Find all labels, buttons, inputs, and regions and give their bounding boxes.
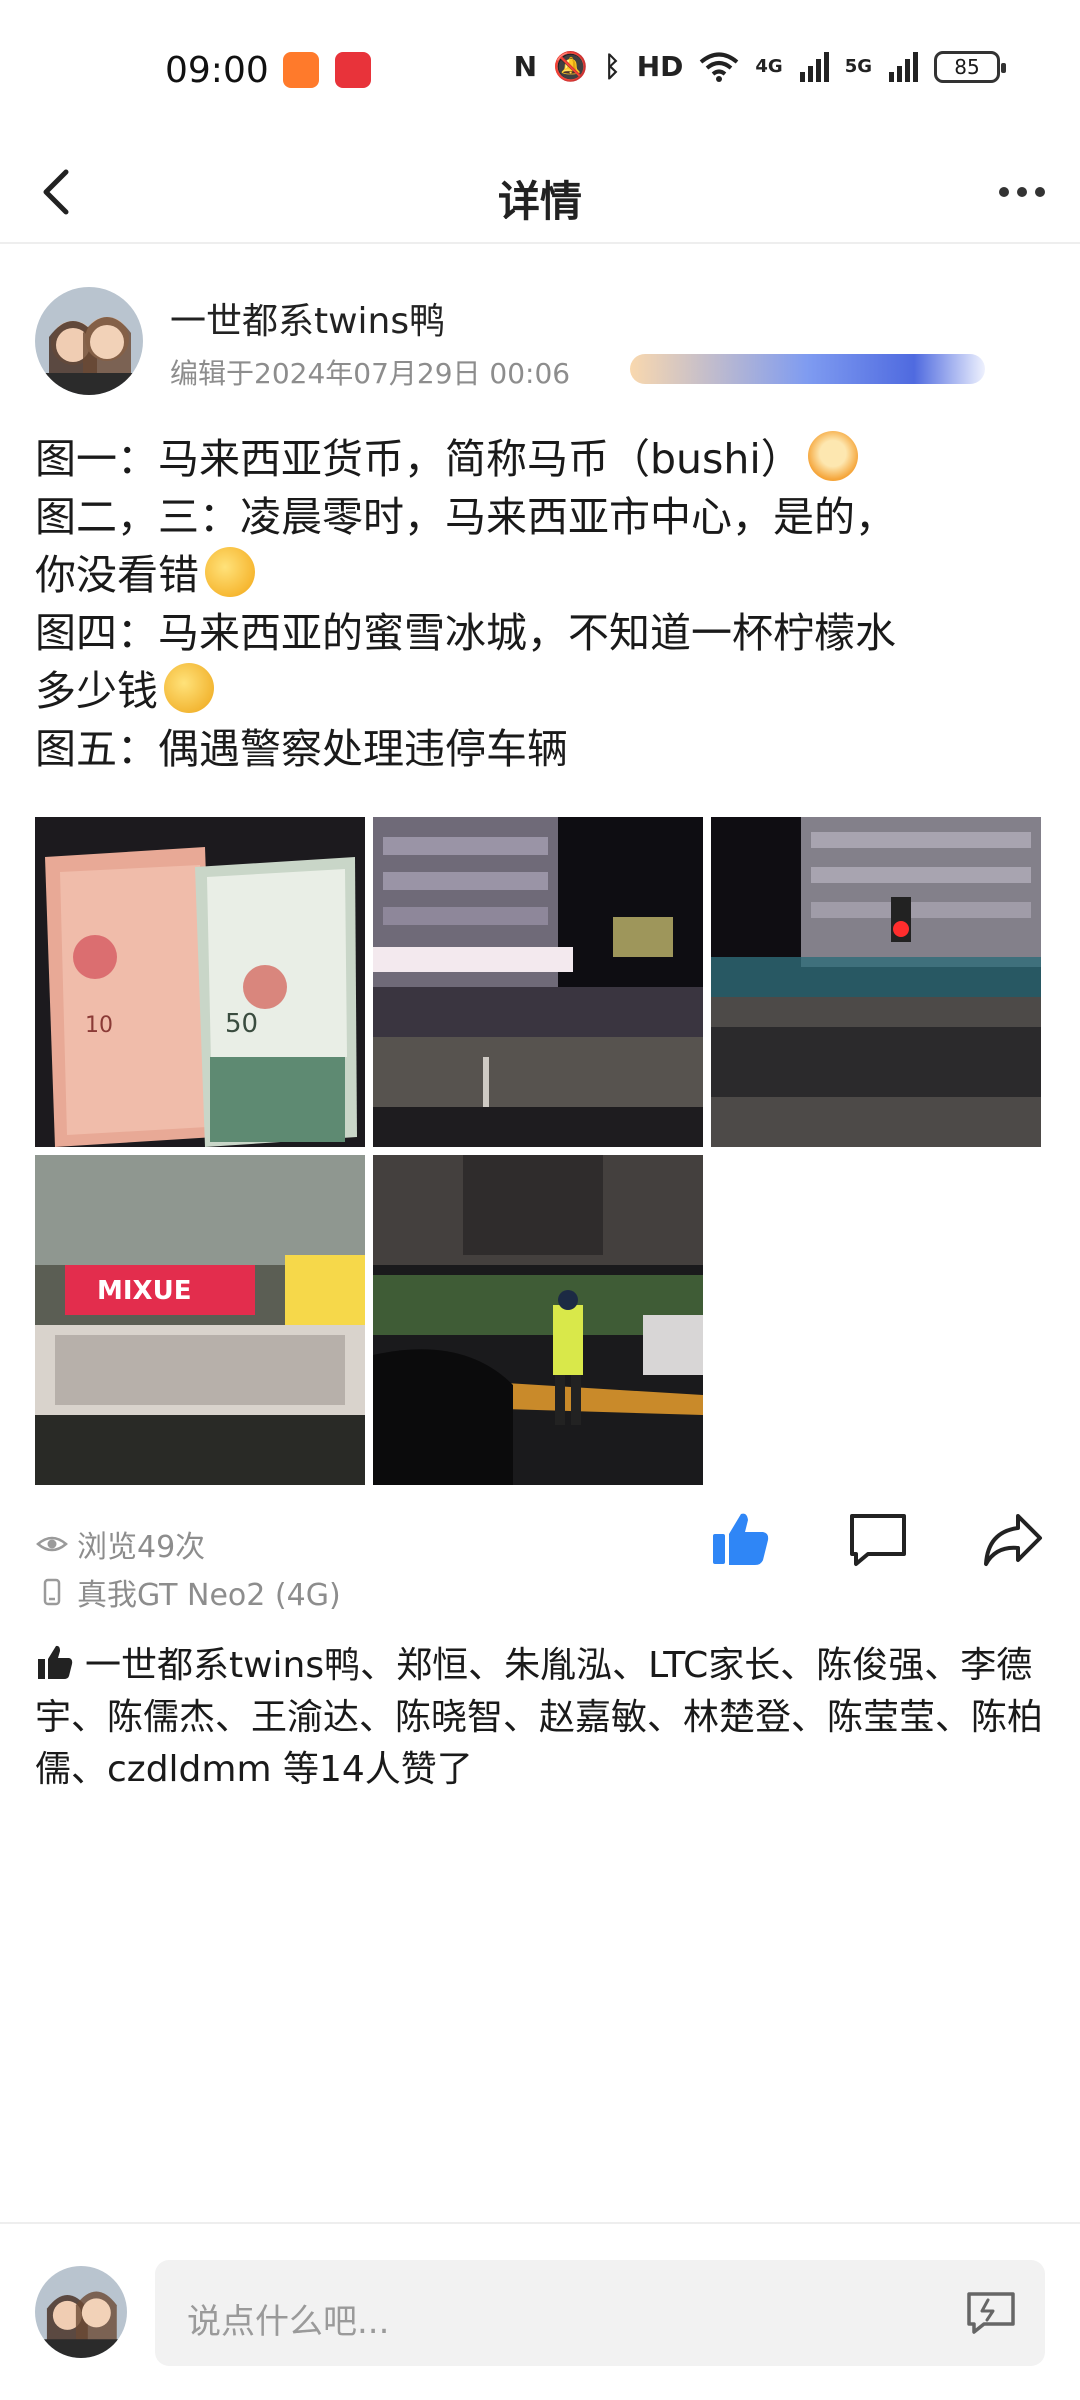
photo-police-parking[interactable] [373, 1155, 703, 1485]
comment-placeholder: 说点什么吧... [187, 2302, 390, 2342]
svg-text:10: 10 [85, 1013, 113, 1038]
grin-emoji-icon [164, 663, 214, 713]
battery-level: 85 [954, 54, 980, 79]
photo-mixue-store[interactable]: MIXUE [35, 1155, 365, 1485]
status-bar: 09:00 N 🔕 ᛒ HD 4G 5G 85 [0, 0, 1080, 140]
like-thumbs-up-icon[interactable] [709, 1508, 773, 1572]
music-app-notification-icon [335, 52, 371, 88]
decoration-banner [630, 354, 985, 384]
wifi-icon [700, 52, 739, 82]
more-options-icon[interactable] [992, 162, 1052, 222]
bluetooth-icon: ᛒ [603, 50, 621, 83]
view-count-label: 浏览49次 [77, 1530, 206, 1565]
smirk-emoji-icon [205, 547, 255, 597]
network-4g-label: 4G [755, 56, 783, 77]
view-count: 浏览49次 [35, 1522, 205, 1566]
page-title: 详情 [497, 177, 582, 226]
signal-icon-2 [889, 51, 918, 82]
comment-bar: 说点什么吧... [0, 2222, 1080, 2400]
photo-city-center-night-1[interactable] [373, 817, 703, 1147]
my-avatar[interactable] [35, 2266, 127, 2358]
nfc-icon: N [513, 50, 537, 83]
post-line-2: 图二，三：凌晨零时，马来西亚市中心，是的， [35, 493, 896, 541]
likes-list: 一世都系twins鸭、郑恒、朱胤泓、LTC家长、陈俊强、李德宇、陈儒杰、王渝达、… [35, 1640, 1045, 1796]
app-notification-icon [283, 52, 319, 88]
post-line-6: 图五：偶遇警察处理违停车辆 [35, 725, 568, 773]
photo-malaysian-currency[interactable]: 50 10 [35, 817, 365, 1147]
device-info: 真我GT Neo2 (4G) [35, 1570, 341, 1614]
mixue-sign: MIXUE [97, 1276, 191, 1306]
svg-text:50: 50 [225, 1009, 258, 1039]
hd-icon: HD [636, 50, 684, 83]
post-line-5: 多少钱 [35, 667, 158, 715]
likes-text: 一世都系twins鸭、郑恒、朱胤泓、LTC家长、陈俊强、李德宇、陈儒杰、王渝达、… [35, 1645, 1044, 1790]
nav-bar: 详情 [0, 140, 1080, 244]
status-time: 09:00 [165, 50, 269, 91]
signal-icon-1 [799, 51, 829, 82]
post-content: 图一：马来西亚货币，简称马币（bushi） 图二，三：凌晨零时，马来西亚市中心，… [35, 430, 1045, 778]
status-icons: N 🔕 ᛒ HD 4G 5G 85 [513, 50, 1006, 83]
author-name[interactable]: 一世都系twins鸭 [170, 292, 445, 344]
photo-city-center-night-2[interactable] [711, 817, 1041, 1147]
post-line-4: 图四：马来西亚的蜜雪冰城，不知道一杯柠檬水 [35, 609, 896, 657]
thumbs-up-small-icon [38, 1645, 73, 1679]
battery-indicator: 85 [934, 50, 1006, 83]
edit-time: 编辑于2024年07月29日 00:06 [170, 357, 571, 390]
author-avatar[interactable] [35, 287, 143, 395]
share-icon[interactable] [980, 1508, 1044, 1572]
phone-icon [43, 1578, 61, 1606]
device-label: 真我GT Neo2 (4G) [77, 1578, 341, 1613]
eye-icon [36, 1536, 68, 1552]
comment-icon[interactable] [846, 1508, 910, 1572]
network-5g-label: 5G [844, 56, 872, 77]
post-line-1: 图一：马来西亚货币，简称马币（bushi） [35, 435, 802, 483]
cat-emoji-icon [807, 431, 858, 481]
mute-icon: 🔕 [553, 50, 588, 83]
emoji-sticker-icon[interactable] [964, 2286, 1018, 2340]
post-line-3: 你没看错 [35, 551, 199, 599]
